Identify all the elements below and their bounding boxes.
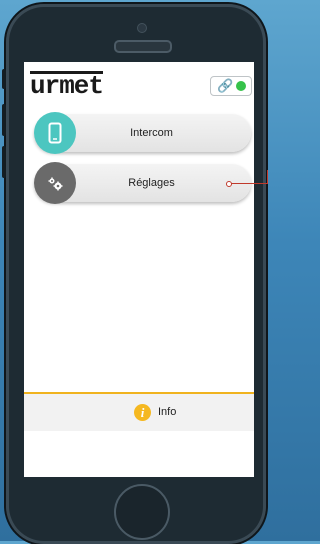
- phone-volume-up: [2, 104, 6, 136]
- phone-volume-down: [2, 146, 6, 178]
- info-label: Info: [158, 406, 177, 418]
- intercom-button[interactable]: Intercom: [34, 112, 251, 154]
- phone-earpiece: [114, 40, 172, 53]
- gear-icon: [48, 177, 63, 191]
- phone-side-button: [2, 69, 6, 89]
- home-button[interactable]: [114, 484, 170, 540]
- callout-line-vertical: [267, 170, 268, 184]
- callout-line: [231, 183, 267, 184]
- intercom-icon-circle: [34, 112, 76, 154]
- connection-status[interactable]: 🔗: [210, 76, 252, 96]
- app-screen: urmet 🔗 Intercom Réglages i Info: [24, 62, 254, 477]
- settings-button[interactable]: Réglages: [34, 162, 251, 204]
- settings-icon-circle: [34, 162, 76, 204]
- info-icon: i: [134, 404, 151, 421]
- phone-camera: [137, 23, 147, 33]
- info-bar[interactable]: i Info: [24, 392, 254, 431]
- brand-logo: urmet: [30, 71, 104, 101]
- link-icon: 🔗: [217, 78, 234, 93]
- intercom-label: Intercom: [130, 127, 173, 139]
- phone-icon: [48, 122, 62, 144]
- callout-marker: [226, 181, 232, 187]
- status-dot-icon: [236, 81, 246, 91]
- settings-label: Réglages: [128, 177, 175, 189]
